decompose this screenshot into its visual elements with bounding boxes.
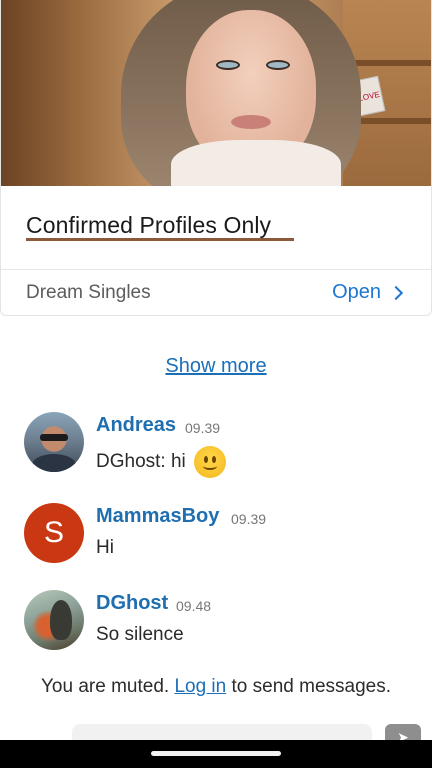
show-more-row: Show more <box>0 355 432 378</box>
message-text-row: Hi <box>96 537 114 559</box>
ad-title[interactable]: Confirmed Profiles Only <box>26 212 271 239</box>
ad-source-name: Dream Singles <box>26 282 151 303</box>
dragon <box>50 600 72 640</box>
sunglasses <box>40 434 68 441</box>
ad-open-label: Open <box>332 281 381 303</box>
lips <box>231 115 271 129</box>
login-link[interactable]: Log in <box>174 676 226 697</box>
show-more-link[interactable]: Show more <box>165 355 266 377</box>
home-handle[interactable] <box>151 751 281 756</box>
shirt <box>32 454 76 472</box>
avatar[interactable] <box>24 412 84 472</box>
message-text: DGhost: hi <box>96 451 186 472</box>
sponsored-ad-card[interactable]: LOVE Confirmed Profiles Only Dream Singl… <box>0 0 432 316</box>
message-author[interactable]: Andreas <box>96 414 176 437</box>
message-text: Hi <box>96 537 114 558</box>
right-eye <box>266 60 290 70</box>
message-time: 09.39 <box>185 420 221 436</box>
ad-open-button[interactable]: Open <box>332 281 404 304</box>
message-text-row: So silence <box>96 624 184 646</box>
ad-title-underline <box>26 238 294 241</box>
message-text-row: DGhost: hi <box>96 446 226 478</box>
message-text: So silence <box>96 624 184 645</box>
muted-prefix: You are muted. <box>41 676 170 697</box>
message-author[interactable]: MammasBoy <box>96 505 219 528</box>
chevron-right-icon <box>388 285 404 301</box>
avatar[interactable] <box>24 590 84 650</box>
emoji-mouth <box>202 462 217 470</box>
muted-suffix: to send messages. <box>231 676 391 697</box>
message-time: 09.39 <box>231 511 267 527</box>
chat-message: DGhost 09.48 So silence <box>24 590 424 654</box>
system-navigation-bar <box>0 740 432 768</box>
message-author[interactable]: DGhost <box>96 592 168 615</box>
message-time: 09.48 <box>176 598 212 614</box>
chat-message: S MammasBoy 09.39 Hi <box>24 503 424 567</box>
slightly-smiling-face-icon <box>193 446 226 478</box>
chat-page: LOVE Confirmed Profiles Only Dream Singl… <box>0 0 432 768</box>
sweater <box>171 140 341 186</box>
avatar[interactable]: S <box>24 503 84 563</box>
ad-image[interactable]: LOVE <box>1 0 431 186</box>
muted-notice: You are muted. Log in to send messages. <box>0 676 432 698</box>
left-eye <box>216 60 240 70</box>
ad-divider <box>1 269 431 270</box>
chat-message: Andreas 09.39 DGhost: hi <box>24 412 424 478</box>
